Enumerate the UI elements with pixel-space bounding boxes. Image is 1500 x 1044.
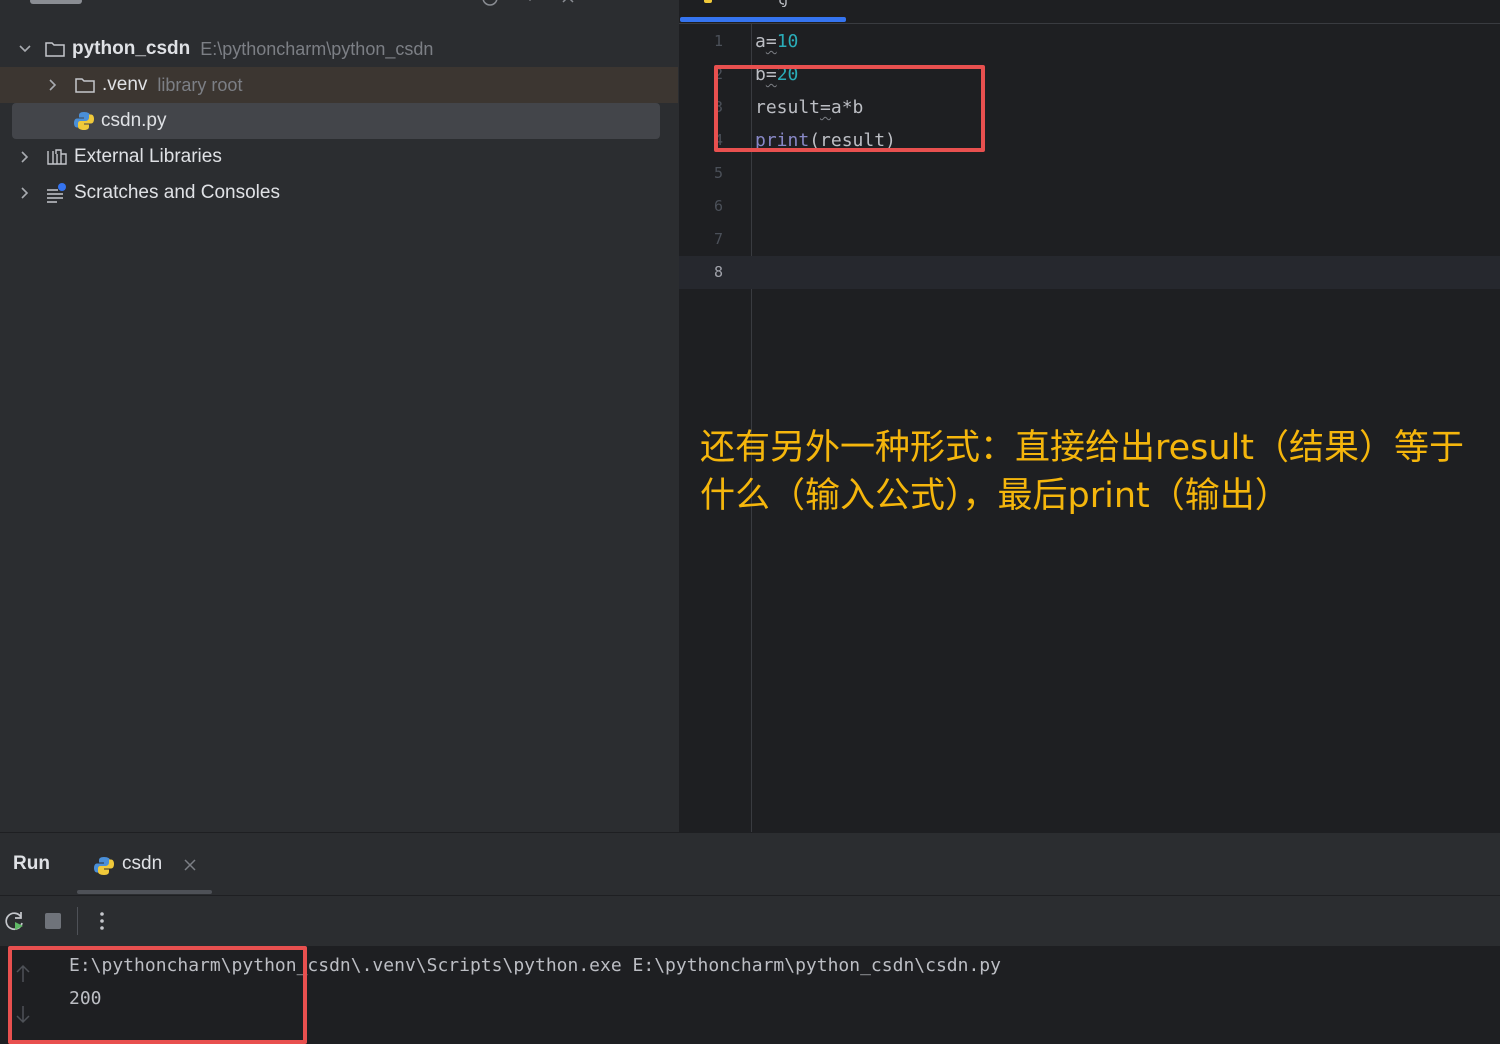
scratches-label: Scratches and Consoles xyxy=(74,182,280,203)
close-icon[interactable] xyxy=(183,853,197,878)
code-line[interactable]: 5 xyxy=(679,157,1500,190)
more-options-icon[interactable] xyxy=(90,909,114,933)
python-file-icon xyxy=(93,855,115,882)
run-toolbar xyxy=(0,896,1500,946)
annotation-text: 还有另外一种形式：直接给出result（结果）等于 什么（输入公式），最后pri… xyxy=(700,424,1490,520)
console-highlight-box xyxy=(8,946,307,1044)
tree-item-csdn-py[interactable]: csdn.py xyxy=(12,103,660,139)
python-file-icon xyxy=(73,110,95,132)
code-line[interactable]: 1 a=10 xyxy=(679,25,1500,58)
code-highlight-box xyxy=(714,65,985,152)
annotation-line: 还有另外一种形式：直接给出result（结果）等于 xyxy=(700,428,1465,468)
run-tab-label: csdn xyxy=(122,853,163,874)
active-tab-indicator xyxy=(680,17,846,22)
code-editor[interactable]: 1 a=10 2 b=20 3 result=a*b 4 print(resul… xyxy=(679,0,1500,832)
run-console[interactable]: E:\pythoncharm\python_csdn\.venv\Scripts… xyxy=(0,946,1500,1044)
stop-icon[interactable] xyxy=(41,909,65,933)
run-tab-indicator xyxy=(77,890,212,894)
project-tool-window: python_csdn E:\pythoncharm\python_csdn .… xyxy=(0,0,678,832)
folder-icon xyxy=(74,74,96,96)
line-number: 6 xyxy=(713,197,723,215)
code-line[interactable]: 7 xyxy=(679,223,1500,256)
tree-item-external-libraries[interactable]: External Libraries xyxy=(0,139,678,175)
tree-item-scratches[interactable]: Scratches and Consoles xyxy=(0,175,678,211)
tree-item-venv[interactable]: .venv library root xyxy=(0,67,678,103)
library-icon xyxy=(46,146,68,168)
project-root-path: E:\pythoncharm\python_csdn xyxy=(200,38,434,59)
rerun-icon[interactable] xyxy=(3,909,27,933)
toolbar-separator xyxy=(77,907,78,935)
scratches-icon xyxy=(46,182,68,204)
line-number: 8 xyxy=(713,263,723,281)
annotation-line: 什么（输入公式），最后print（输出） xyxy=(700,476,1290,516)
code-line-current[interactable]: 8 xyxy=(679,256,1500,289)
run-tool-window: Run csdn E:\pythoncharm\python_csdn\.ven… xyxy=(0,832,1500,1044)
venv-name: .venv xyxy=(102,74,148,95)
python-file-icon xyxy=(704,0,712,3)
line-number: 7 xyxy=(713,230,723,248)
external-libraries-label: External Libraries xyxy=(74,146,222,167)
chevron-right-icon[interactable] xyxy=(46,78,60,92)
chevron-down-icon[interactable] xyxy=(18,42,32,56)
tree-item-project-root[interactable]: python_csdn E:\pythoncharm\python_csdn xyxy=(0,31,678,67)
code-line[interactable]: 6 xyxy=(679,190,1500,223)
tab-label-fragment xyxy=(779,0,787,7)
run-tab-csdn[interactable]: csdn xyxy=(77,833,212,895)
editor-tab-bar xyxy=(679,0,1500,24)
line-number: 5 xyxy=(713,164,723,182)
chevron-right-icon[interactable] xyxy=(18,150,32,164)
line-number: 1 xyxy=(713,32,723,50)
file-name: csdn.py xyxy=(101,110,167,131)
code-text[interactable]: a=10 xyxy=(755,25,798,58)
project-root-name: python_csdn xyxy=(72,38,191,59)
venv-hint: library root xyxy=(157,74,243,95)
chevron-right-icon[interactable] xyxy=(18,186,32,200)
run-panel-title: Run xyxy=(13,853,50,874)
folder-icon xyxy=(44,38,66,60)
project-panel-header xyxy=(0,0,678,10)
